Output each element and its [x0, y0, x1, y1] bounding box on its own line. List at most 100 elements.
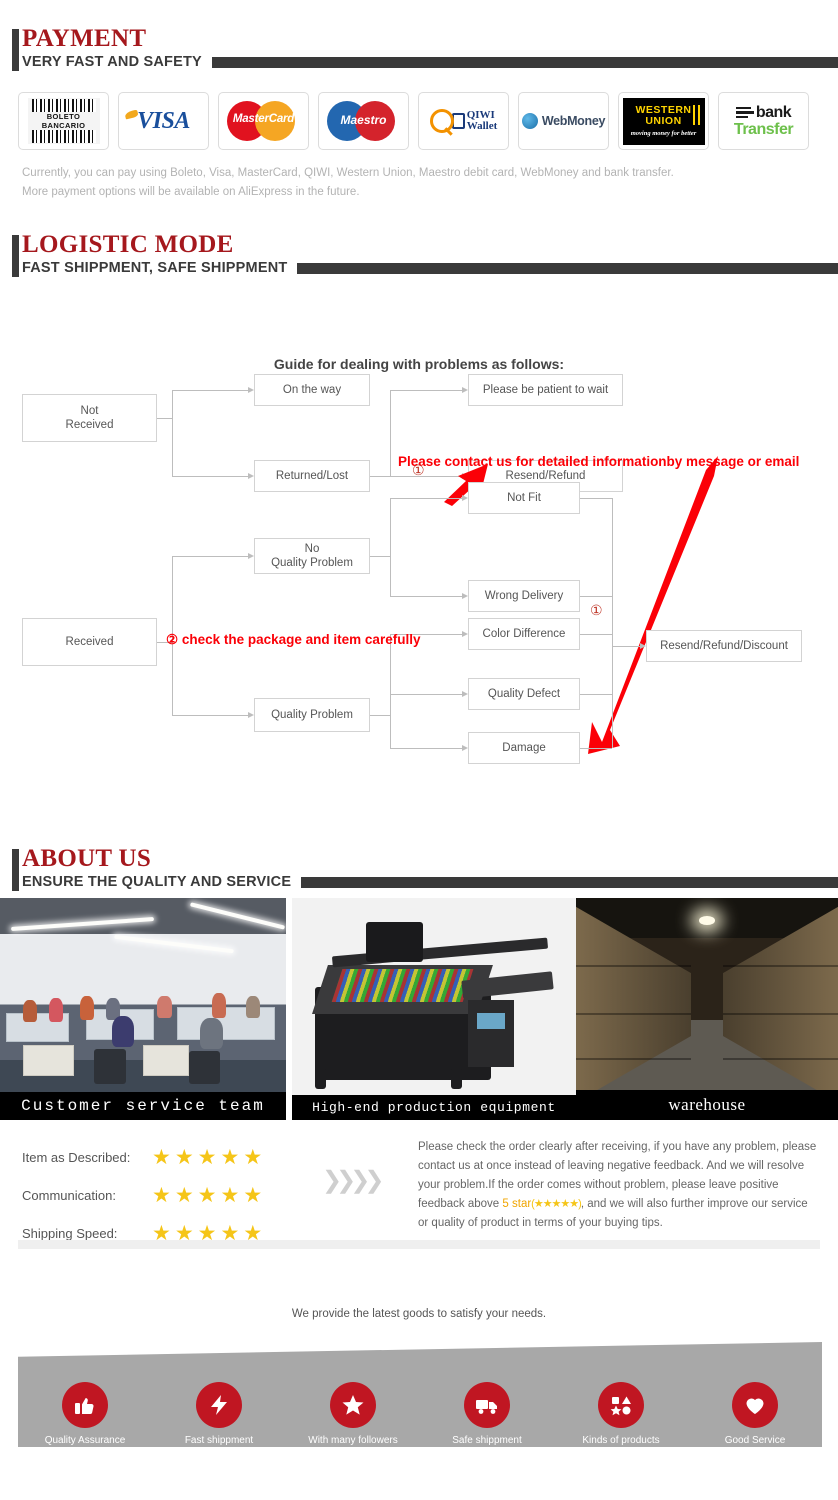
flow-connector [157, 418, 172, 419]
flow-connector [172, 390, 173, 476]
payment-method-mastercard[interactable]: MasterCard [218, 92, 309, 150]
star-icon: ★ [220, 1145, 240, 1169]
barcode-icon [31, 99, 96, 112]
star-icon: ★ [220, 1183, 240, 1207]
flow-box-resend-refund-discount: Resend/Refund/Discount [646, 630, 802, 662]
flow-box-not-received: Not Received [22, 394, 157, 442]
tagline: We provide the latest goods to satisfy y… [291, 1308, 547, 1320]
about-us-section: ABOUT US ENSURE THE QUALITY AND SERVICE [0, 846, 838, 1120]
rating-rows: Item as Described: ★ ★ ★ ★ ★ Communicati… [22, 1138, 262, 1252]
flow-connector [370, 556, 390, 557]
flow-box-no-quality-problem: No Quality Problem [254, 538, 370, 574]
feature-fast-shippment: Fast shippment [152, 1382, 286, 1446]
flow-box-label: Wrong Delivery [484, 590, 564, 602]
star-icon: ★ [152, 1183, 171, 1207]
payment-method-western-union[interactable]: WESTERN UNION moving money for better [618, 92, 709, 150]
flow-arrow [248, 552, 254, 559]
flow-arrow [462, 494, 468, 501]
flow-box-received: Received [22, 618, 157, 666]
feature-good-service: Good Service [688, 1382, 822, 1446]
flow-connector [580, 498, 612, 499]
flow-box-label: On the way [282, 384, 342, 396]
marker-1-lower: ① [590, 602, 603, 618]
feature-label: Fast shippment [184, 1435, 254, 1446]
chevron-right-icon: ❯ ❯ ❯ ❯ [322, 1167, 385, 1194]
photo-production-equipment: High-end production equipment [292, 898, 576, 1120]
payment-method-webmoney[interactable]: WebMoney [518, 92, 609, 150]
feedback-highlight: 5 star [502, 1198, 532, 1210]
visa-label: VISA [137, 107, 190, 134]
visa-logo: VISA [124, 107, 190, 135]
red-arrow-long-icon [588, 456, 718, 754]
payment-method-boleto[interactable]: BOLETO BANCARIO [18, 92, 109, 150]
payment-header: PAYMENT VERY FAST AND SAFETY [0, 26, 838, 71]
truck-icon [464, 1382, 510, 1428]
flow-box-label: Not Fit [507, 492, 541, 504]
star-icon: ★ [174, 1183, 194, 1207]
photo-warehouse: warehouse [576, 898, 838, 1120]
star-icon: ★ [152, 1145, 171, 1169]
ratings-section: Item as Described: ★ ★ ★ ★ ★ Communicati… [0, 1132, 838, 1252]
flow-box-label: Quality Defect [487, 688, 561, 700]
wu-label-2: UNION [645, 115, 682, 127]
boleto-label-2: BANCARIO [41, 121, 86, 130]
flow-connector [580, 634, 612, 635]
flow-box-label: Received [65, 636, 114, 648]
heart-icon [732, 1382, 778, 1428]
flow-connector [172, 476, 248, 477]
flow-connector [390, 390, 462, 391]
qiwi-q-icon [429, 109, 454, 133]
about-header: ABOUT US ENSURE THE QUALITY AND SERVICE [0, 846, 838, 891]
flow-box-not-fit: Not Fit [468, 482, 580, 514]
flow-box-label: Quality Problem [271, 709, 353, 721]
payment-method-maestro[interactable]: Maestro [318, 92, 409, 150]
flow-arrow [640, 642, 646, 649]
logistic-subtitle: FAST SHIPPMENT, SAFE SHIPPMENT [22, 260, 288, 276]
printer-photo-illustration [292, 898, 576, 1120]
office-photo-illustration [0, 898, 286, 1120]
feature-kinds-of-products: Kinds of products [554, 1382, 688, 1446]
flow-box-label: Resend/Refund/Discount [660, 640, 788, 652]
flow-box-label: Not Received [65, 405, 114, 431]
flow-box-quality-defect: Quality Defect [468, 678, 580, 710]
flow-connector [612, 646, 640, 647]
feature-label: Quality Assurance [44, 1435, 126, 1446]
flow-connector [390, 694, 462, 695]
wu-tagline: moving money for better [630, 130, 697, 137]
flowchart-title: Guide for dealing with problems as follo… [273, 356, 565, 372]
about-subtitle: ENSURE THE QUALITY AND SERVICE [22, 874, 292, 890]
flow-connector [580, 694, 612, 695]
payment-method-visa[interactable]: VISA [118, 92, 209, 150]
header-rule [301, 876, 838, 888]
feature-quality-assurance: Quality Assurance [18, 1382, 152, 1446]
flow-box-label: Resend/Refund [505, 470, 586, 482]
feature-label: Good Service [724, 1435, 786, 1446]
problem-flowchart: Guide for dealing with problems as follo… [0, 284, 838, 804]
flow-connector [370, 715, 390, 716]
header-accent-bar [12, 29, 19, 71]
payment-methods-list: BOLETO BANCARIO VISA MasterCard Maestro [0, 92, 838, 150]
payment-method-qiwi[interactable]: QIWI Wallet [418, 92, 509, 150]
flow-collector-rail [612, 498, 613, 748]
bank-lines-icon [735, 106, 754, 119]
flow-connector [370, 476, 390, 477]
marker-1-upper: ① [412, 462, 425, 478]
bank-label: bank [755, 103, 792, 121]
payment-method-bank-transfer[interactable]: bank Transfer [718, 92, 809, 150]
rating-row-item-as-described: Item as Described: ★ ★ ★ ★ ★ [22, 1138, 262, 1176]
payment-section: PAYMENT VERY FAST AND SAFETY BOLETO BANC… [0, 26, 838, 202]
feedback-note: Please check the order clearly after rec… [418, 1138, 820, 1233]
lightning-bolt-icon [196, 1382, 242, 1428]
flow-box-label: Please be patient to wait [482, 384, 609, 396]
flow-box-label: Damage [502, 742, 546, 754]
header-accent-bar [12, 235, 19, 277]
boleto-label-1: BOLETO [46, 112, 81, 121]
photo-customer-service-team: Customer service team [0, 898, 286, 1120]
flow-box-color-difference: Color Difference [468, 618, 580, 650]
qiwi-label-2: Wallet [466, 120, 498, 132]
qiwi-logo: QIWI Wallet [429, 109, 498, 133]
flow-box-damage: Damage [468, 732, 580, 764]
flow-connector [172, 556, 248, 557]
flow-box-wrong-delivery: Wrong Delivery [468, 580, 580, 612]
bottom-banner-section: We provide the latest goods to satisfy y… [0, 1300, 838, 1490]
